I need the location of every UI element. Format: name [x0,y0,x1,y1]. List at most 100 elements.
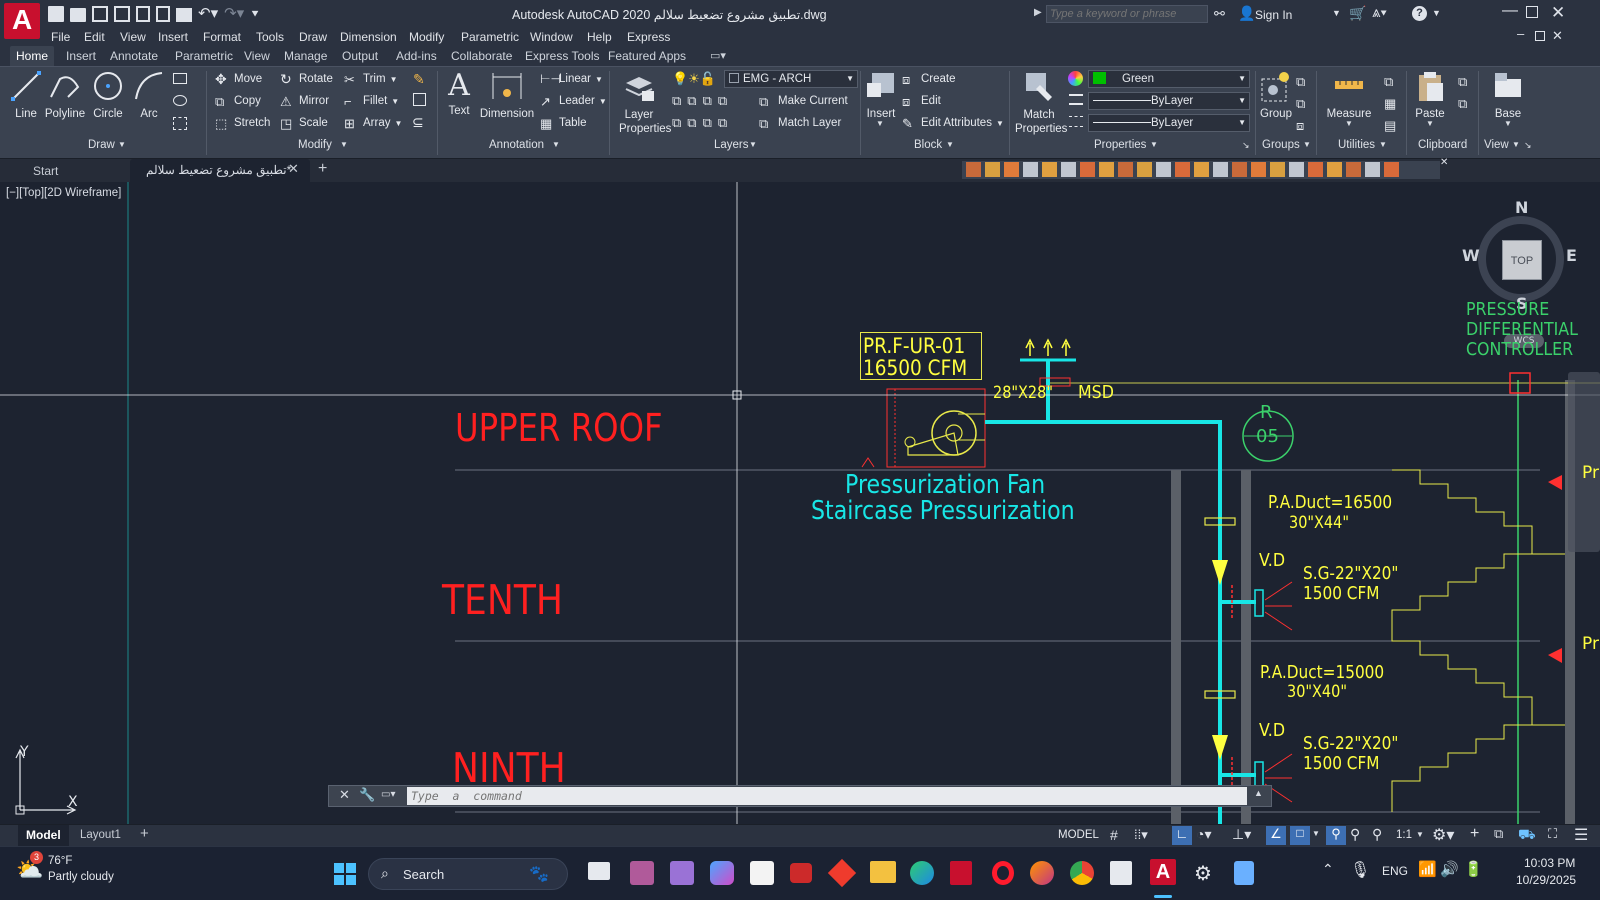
app-icon-store[interactable] [750,861,774,885]
groups-panel-expand-icon[interactable]: ▼ [1303,140,1311,149]
workspace-gear-icon[interactable]: ⚙▾ [1432,825,1454,845]
tab-parametric[interactable]: Parametric [175,49,233,63]
app-icon-anydesk[interactable] [827,858,857,888]
toolbar-icon[interactable] [1289,162,1304,177]
app-icon-photos[interactable] [630,861,654,885]
command-customize-icon[interactable]: 🔧 [359,787,375,803]
weather-temp[interactable]: 76°F [48,855,72,867]
toolbar-icon[interactable] [966,162,981,177]
erase-icon[interactable]: ✎ [413,71,425,88]
utilities-panel-expand-icon[interactable]: ▼ [1379,140,1387,149]
menu-express[interactable]: Express [627,30,670,44]
clock-time[interactable]: 10:03 PM [1524,856,1575,870]
cart-icon[interactable]: 🛒 [1349,5,1366,22]
app-icon-edge[interactable] [910,861,934,885]
scale-button[interactable]: ◳ Scale [280,114,328,132]
command-input[interactable] [407,787,1247,805]
hatch-icon[interactable] [173,95,187,106]
stretch-button[interactable]: ⬚ Stretch [215,114,270,132]
menu-edit[interactable]: Edit [84,30,105,44]
weather-desc[interactable]: Partly cloudy [48,871,114,883]
copy-button[interactable]: ⧉ Copy [215,92,261,110]
toolbar-icon[interactable] [1023,162,1038,177]
make-current-button[interactable]: ⧉ Make Current [759,92,848,110]
toolbar-icon[interactable] [1232,162,1247,177]
insert-block-button[interactable]: Insert [863,69,899,120]
taskbar-search[interactable]: ⌕ Search 🐾 [368,858,568,890]
utilities-panel-title[interactable]: Utilities [1338,139,1375,151]
offset-icon[interactable]: ⊆ [412,114,424,131]
start-button[interactable] [334,863,356,885]
table-button[interactable]: ▦ Table [540,114,587,132]
arc-button[interactable]: Arc [130,69,168,120]
user-icon[interactable]: 👤 [1238,5,1255,22]
binoculars-icon[interactable]: ⚯ [1214,6,1225,22]
auto-scale-icon[interactable]: ⚲ [1350,826,1360,843]
insert-dropdown-icon[interactable]: ▼ [876,119,884,128]
menu-format[interactable]: Format [203,30,241,44]
close-tab-icon[interactable]: ✕ [288,161,299,177]
toolbar-icon[interactable] [1080,162,1095,177]
close-icon[interactable]: ✕ [1551,3,1565,23]
app-icon-calculator[interactable] [1234,861,1254,885]
layer-tool-icons-row2[interactable]: ⧉⧉⧉⧉ [672,115,733,131]
group-tool-icons[interactable]: ⧉ ⧉ ⧈ [1296,71,1310,137]
groups-panel-title[interactable]: Groups [1262,139,1300,151]
annotation-panel-title[interactable]: Annotation [489,139,544,151]
add-layout-icon[interactable]: + [140,825,149,842]
properties-launcher-icon[interactable]: ↘ [1242,140,1250,151]
leader-button[interactable]: ↗ Leader ▼ [540,92,607,110]
toolbar-icon[interactable] [1194,162,1209,177]
otrack-icon[interactable]: □ [1290,826,1310,845]
grid-icon[interactable]: # [1110,827,1118,843]
publish-icon[interactable] [156,6,170,22]
customization-menu-icon[interactable]: ☰ [1574,825,1588,845]
tab-add-ins[interactable]: Add-ins [396,49,437,63]
doc-minimize-icon[interactable]: – [1517,26,1524,41]
search-input[interactable] [1046,5,1208,23]
toolbar-icon[interactable] [1308,162,1323,177]
annotation-monitor-icon[interactable]: + [1470,825,1479,843]
osnap-icon[interactable]: ∠ [1266,826,1286,845]
drawing-canvas[interactable]: [−][Top][2D Wireframe] Y X TOP N S E W W… [0,182,1600,824]
tab-home[interactable]: Home [10,46,55,66]
properties-panel-expand-icon[interactable]: ▼ [1150,140,1158,149]
menu-file[interactable]: File [51,30,70,44]
menu-modify[interactable]: Modify [409,30,444,44]
isolate-objects-icon[interactable]: ⛟ [1518,826,1536,845]
scale-dropdown-icon[interactable]: ▼ [1416,830,1424,839]
toolbar-icon[interactable] [1346,162,1361,177]
copy-clip-icons[interactable]: ⧉ ⧉ [1458,71,1472,115]
menu-tools[interactable]: Tools [256,30,284,44]
menu-parametric[interactable]: Parametric [461,30,519,44]
lineweight-dropdown[interactable]: ByLayer ▼ [1088,92,1250,110]
toolbar-icon[interactable] [1099,162,1114,177]
polar-icon[interactable]: ◔▾ [1196,826,1211,843]
app-icon-scanner[interactable] [1110,861,1132,885]
ortho-icon[interactable]: ∟ [1172,826,1192,845]
customize-qat-icon[interactable]: ⯆ [250,6,260,22]
app-icon-autocad[interactable]: A [1150,859,1176,885]
doc-restore-icon[interactable] [1535,31,1545,41]
toolbar-icon[interactable] [1327,162,1342,177]
toolbar-icon[interactable] [985,162,1000,177]
tab-layout1[interactable]: Layout1 [80,829,121,841]
toolbar-icon[interactable] [1137,162,1152,177]
measure-button[interactable]: Measure [1322,69,1376,120]
view-launcher-icon[interactable]: ↘ [1524,140,1532,151]
otrack-dropdown-icon[interactable]: ▼ [1312,829,1320,838]
command-history-icon[interactable]: ▭▾ [381,789,395,800]
create-block-button[interactable]: ⧈ Create [902,70,956,88]
color-dropdown[interactable]: Green ▼ [1088,70,1250,88]
floating-toolbar-close-icon[interactable]: ✕ [1440,157,1448,168]
units-icon[interactable]: ⧉ [1494,826,1503,842]
rectangle-icon[interactable] [173,73,187,84]
help-dropdown-icon[interactable]: ▼ [1432,8,1441,18]
properties-panel-title[interactable]: Properties [1094,139,1146,151]
draw-panel-title[interactable]: Draw [88,139,115,151]
toolbar-icon[interactable] [1042,162,1057,177]
base-dropdown-icon[interactable]: ▼ [1504,119,1512,128]
viewcube-east[interactable]: E [1566,246,1577,265]
app-icon-firefox[interactable] [1030,861,1054,885]
viewcube-west[interactable]: W [1462,246,1480,265]
